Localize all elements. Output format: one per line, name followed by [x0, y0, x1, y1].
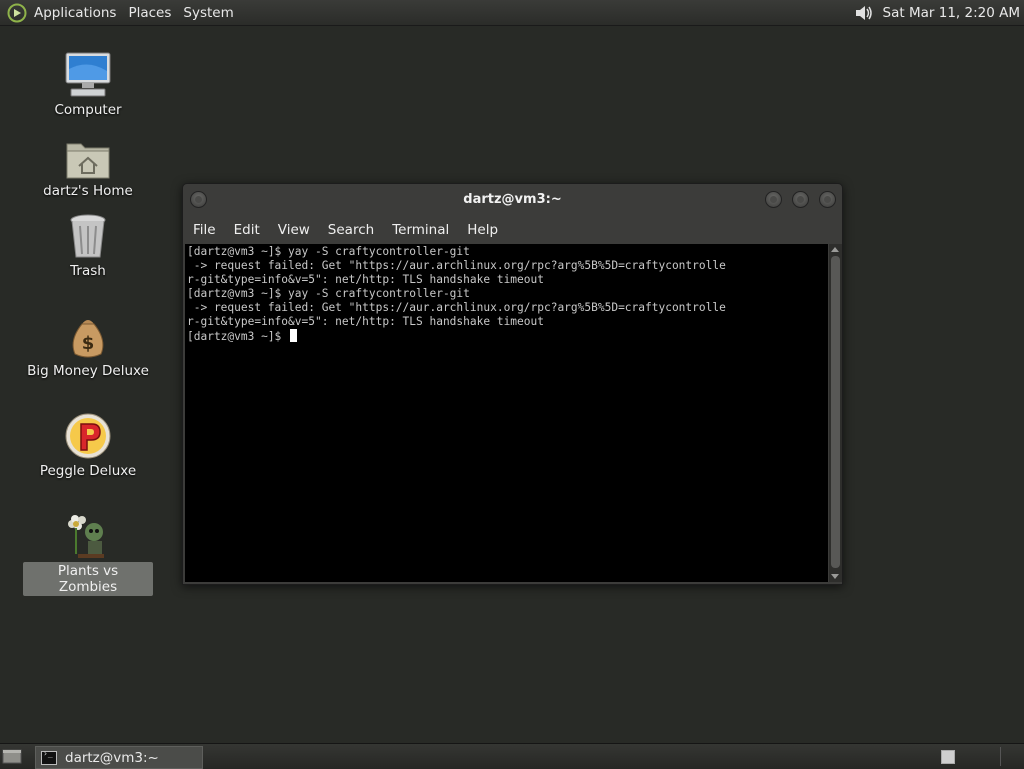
terminal-menubar: File Edit View Search Terminal Help [183, 218, 506, 242]
money-bag-icon: $ [61, 306, 115, 360]
svg-text:$: $ [82, 333, 95, 354]
close-button[interactable] [819, 191, 836, 208]
scroll-down-arrow-icon[interactable] [831, 574, 839, 579]
desktop-icon-label: dartz's Home [43, 183, 133, 199]
terminal-output[interactable]: [dartz@vm3 ~]$ yay -S craftycontroller-g… [185, 244, 828, 582]
terminal-window[interactable]: dartz@vm3:~ File Edit View Search Termin… [182, 183, 843, 585]
maximize-button[interactable] [792, 191, 809, 208]
desktop-icon-label: Trash [70, 263, 106, 279]
desktop-icon-trash[interactable]: Trash [23, 206, 153, 280]
taskbar-terminal-button[interactable]: dartz@vm3:~ [35, 746, 203, 769]
menu-terminal[interactable]: Terminal [382, 222, 457, 238]
desktop-icon-label: Computer [54, 102, 122, 118]
mate-logo-icon[interactable] [6, 2, 28, 24]
terminal-line: -> request failed: Get "https://aur.arch… [187, 301, 726, 314]
terminal-line: -> request failed: Get "https://aur.arch… [187, 259, 726, 272]
desktop-icon-computer[interactable]: Computer [23, 45, 153, 119]
bottom-panel: dartz@vm3:~ [0, 743, 1024, 769]
terminal-line: r-git&type=info&v=5": net/http: TLS hand… [187, 273, 544, 286]
window-titlebar[interactable]: dartz@vm3:~ [183, 184, 842, 216]
scroll-up-arrow-icon[interactable] [831, 247, 839, 252]
desktop-icon-big-money[interactable]: $ Big Money Deluxe [23, 306, 153, 380]
desktop-icon-label: Peggle Deluxe [39, 463, 137, 479]
peggle-icon [61, 406, 115, 460]
workspace-switcher[interactable] [941, 750, 955, 764]
applications-menu[interactable]: Applications [28, 5, 122, 21]
terminal-icon [41, 749, 57, 765]
menu-help[interactable]: Help [457, 222, 506, 238]
menu-file[interactable]: File [183, 222, 224, 238]
computer-icon [61, 45, 115, 99]
show-desktop-icon[interactable] [2, 747, 22, 765]
terminal-line: [dartz@vm3 ~]$ yay -S craftycontroller-g… [187, 245, 470, 258]
desktop-icon-home[interactable]: dartz's Home [23, 126, 153, 200]
text-cursor [290, 329, 298, 342]
menu-view[interactable]: View [268, 222, 318, 238]
desktop-icon-plants-vs-zombies[interactable]: Plants vs Zombies [23, 506, 153, 596]
top-panel: Applications Places System Sat Mar 11, 2… [0, 0, 1024, 26]
places-menu[interactable]: Places [122, 5, 177, 21]
menu-edit[interactable]: Edit [224, 222, 268, 238]
panel-separator [1000, 747, 1001, 766]
desktop-icon-peggle[interactable]: Peggle Deluxe [23, 406, 153, 480]
desktop-icon-label: Plants vs Zombies [23, 562, 153, 596]
terminal-line: [dartz@vm3 ~]$ yay -S craftycontroller-g… [187, 287, 470, 300]
terminal-scrollbar[interactable] [829, 244, 842, 582]
top-panel-tray: Sat Mar 11, 2:20 AM [853, 0, 1020, 25]
minimize-button[interactable] [765, 191, 782, 208]
clock[interactable]: Sat Mar 11, 2:20 AM [883, 5, 1020, 21]
plants-vs-zombies-icon [61, 506, 115, 560]
terminal-prompt: [dartz@vm3 ~]$ [187, 330, 289, 343]
home-folder-icon [61, 126, 115, 180]
terminal-line: r-git&type=info&v=5": net/http: TLS hand… [187, 315, 544, 328]
taskbar-item-label: dartz@vm3:~ [65, 749, 159, 766]
window-title: dartz@vm3:~ [463, 192, 562, 207]
desktop-icon-label: Big Money Deluxe [27, 363, 149, 379]
system-menu[interactable]: System [177, 5, 239, 21]
trash-icon [61, 206, 115, 260]
menu-search[interactable]: Search [318, 222, 382, 238]
scrollbar-thumb[interactable] [831, 256, 840, 568]
volume-icon[interactable] [853, 2, 875, 24]
